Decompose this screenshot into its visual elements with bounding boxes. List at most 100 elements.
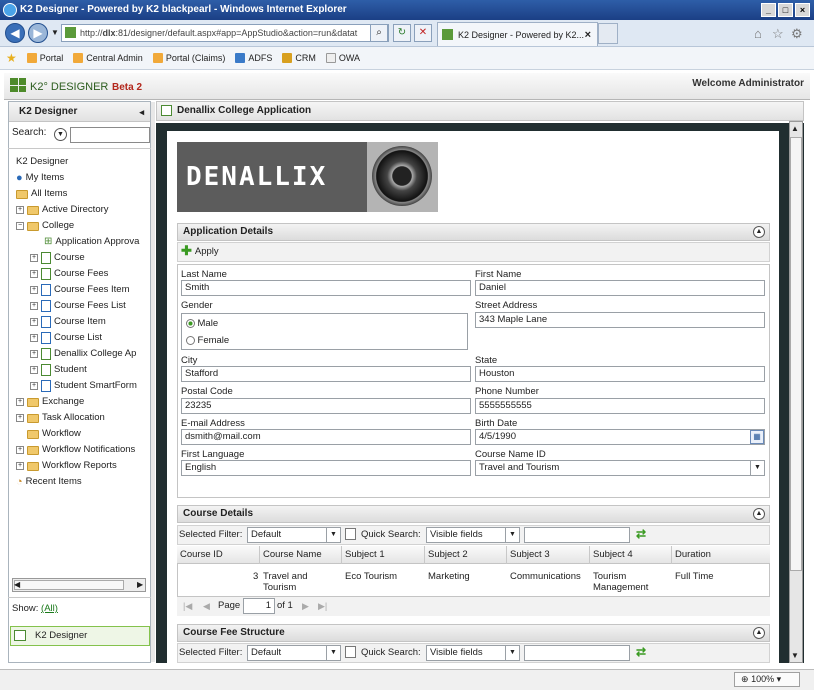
first-name-input[interactable]: Daniel — [475, 280, 765, 296]
tree-item-recent-items[interactable]: ◔ Recent Items — [16, 474, 82, 490]
refresh-icon[interactable]: ⇄ — [636, 645, 646, 659]
quick-search-input[interactable] — [524, 527, 630, 543]
column-course-name[interactable]: Course Name — [260, 546, 342, 564]
tree-item-student[interactable]: + Student — [30, 362, 87, 378]
tree-item-workflow-notifications[interactable]: + Workflow Notifications — [16, 442, 135, 458]
birth-date-input[interactable]: 4/5/1990 — [475, 429, 765, 445]
maximize-button[interactable]: □ — [778, 3, 793, 17]
expand-icon[interactable]: + — [30, 366, 38, 374]
minimize-button[interactable]: _ — [761, 3, 776, 17]
phone-input[interactable]: 5555555555 — [475, 398, 765, 414]
course-name-select[interactable]: Travel and Tourism — [475, 460, 765, 476]
history-dropdown-icon[interactable]: ▼ — [51, 28, 59, 37]
expand-icon[interactable]: + — [30, 350, 38, 358]
tools-gear-icon[interactable]: ⚙ — [791, 26, 803, 42]
tree-item-course[interactable]: + Course — [30, 250, 85, 266]
favorites-star-icon[interactable]: ★ — [6, 51, 17, 65]
close-tab-icon[interactable]: × — [585, 23, 591, 47]
tree-item-denallix-college-app[interactable]: + Denallix College Ap — [30, 346, 136, 362]
tree-item-course-list[interactable]: + Course List — [30, 330, 102, 346]
column-course-id[interactable]: Course ID — [177, 546, 260, 564]
tree-item-course-fees[interactable]: + Course Fees — [30, 266, 108, 282]
postal-input[interactable]: 23235 — [181, 398, 471, 414]
expand-icon[interactable]: + — [30, 318, 38, 326]
column-subject-1[interactable]: Subject 1 — [342, 546, 425, 564]
column-subject-2[interactable]: Subject 2 — [425, 546, 507, 564]
column-subject-3[interactable]: Subject 3 — [507, 546, 590, 564]
favorites-star-icon[interactable]: ☆ — [772, 26, 784, 42]
collapse-section-icon[interactable]: ▲ — [753, 226, 765, 238]
expand-icon[interactable]: + — [16, 446, 24, 454]
scroll-up-icon[interactable]: ▲ — [791, 124, 799, 133]
browser-tab[interactable]: K2 Designer - Powered by K2... × — [437, 22, 598, 46]
gender-female-radio[interactable]: Female — [186, 335, 229, 346]
page-number-input[interactable]: 1 — [243, 598, 275, 614]
search-dropdown-icon[interactable]: ⌕ — [370, 24, 388, 42]
collapse-panel-icon[interactable]: ◂ — [139, 102, 144, 122]
tree-item-college[interactable]: − College — [16, 218, 74, 234]
chevron-down-icon[interactable]: ▼ — [326, 528, 340, 542]
first-page-icon[interactable]: |◀ — [183, 601, 192, 612]
last-page-icon[interactable]: ▶| — [318, 601, 327, 612]
favorite-portal[interactable]: Portal — [26, 53, 63, 63]
collapse-section-icon[interactable]: ▲ — [753, 627, 765, 639]
favorite-adfs[interactable]: ADFS — [235, 53, 272, 63]
chevron-down-icon[interactable]: ▼ — [505, 646, 519, 660]
expand-icon[interactable]: + — [30, 382, 38, 390]
expand-icon[interactable]: + — [30, 270, 38, 278]
tree-item-my-items[interactable]: ● My Items — [16, 170, 64, 186]
tree-item-exchange[interactable]: + Exchange — [16, 394, 84, 410]
favorite-crm[interactable]: CRM — [282, 53, 316, 63]
tree-item-active-directory[interactable]: + Active Directory — [16, 202, 109, 218]
prev-page-icon[interactable]: ◀ — [203, 601, 210, 612]
favorite-owa[interactable]: OWA — [325, 53, 360, 63]
expand-icon[interactable]: + — [30, 302, 38, 310]
close-window-button[interactable]: × — [795, 3, 810, 17]
favorite-portal-claims[interactable]: Portal (Claims) — [152, 53, 225, 63]
show-all-link[interactable]: (All) — [41, 603, 58, 614]
tree-item-workflow[interactable]: Workflow — [27, 426, 81, 442]
stop-button[interactable]: ✕ — [414, 24, 432, 42]
favorite-central-admin[interactable]: Central Admin — [73, 53, 143, 63]
tree-item-workflow-reports[interactable]: + Workflow Reports — [16, 458, 117, 474]
scroll-down-icon[interactable]: ▼ — [791, 651, 799, 660]
forward-button[interactable]: ▶ — [28, 23, 48, 43]
zoom-control[interactable]: ⊕ 100% ▾ — [734, 672, 800, 687]
home-icon[interactable]: ⌂ — [754, 26, 762, 41]
tree-item-all-items[interactable]: All Items — [16, 186, 67, 202]
tree-item-task-allocation[interactable]: + Task Allocation — [16, 410, 105, 426]
new-tab-button[interactable] — [598, 23, 618, 44]
tree-item-course-item[interactable]: + Course Item — [30, 314, 106, 330]
back-button[interactable]: ◀ — [5, 23, 25, 43]
search-options-icon[interactable]: ▼ — [54, 128, 67, 141]
calendar-icon[interactable]: ▦ — [750, 430, 764, 444]
column-duration[interactable]: Duration — [672, 546, 770, 564]
chevron-down-icon[interactable]: ▼ — [750, 461, 764, 475]
scrollbar-thumb[interactable] — [14, 580, 124, 590]
tree-item-application-approval[interactable]: ⊞ Application Approva — [44, 234, 139, 250]
expand-icon[interactable]: + — [16, 414, 24, 422]
next-page-icon[interactable]: ▶ — [302, 601, 309, 612]
scroll-left-icon[interactable]: ◀ — [14, 580, 20, 589]
search-input[interactable] — [70, 127, 150, 143]
street-input[interactable]: 343 Maple Lane — [475, 312, 765, 328]
column-subject-4[interactable]: Subject 4 — [590, 546, 672, 564]
apply-button[interactable]: ✚ Apply — [181, 243, 219, 259]
scroll-right-icon[interactable]: ▶ — [137, 580, 143, 589]
collapse-section-icon[interactable]: ▲ — [753, 508, 765, 520]
gender-male-radio[interactable]: Male — [186, 318, 218, 329]
tree-item-student-smartform[interactable]: + Student SmartForm — [30, 378, 137, 394]
expand-icon[interactable]: + — [16, 398, 24, 406]
chevron-down-icon[interactable]: ▼ — [505, 528, 519, 542]
expand-icon[interactable]: + — [30, 334, 38, 342]
refresh-button[interactable]: ↻ — [393, 24, 411, 42]
refresh-icon[interactable]: ⇄ — [636, 527, 646, 541]
tree-item-k2-designer[interactable]: K2 Designer — [16, 154, 68, 170]
language-input[interactable]: English — [181, 460, 471, 476]
expand-icon[interactable]: + — [30, 286, 38, 294]
tree-item-course-fees-item[interactable]: + Course Fees Item — [30, 282, 130, 298]
email-input[interactable]: dsmith@mail.com — [181, 429, 471, 445]
address-bar[interactable]: http://dlx:81/designer/default.aspx#app=… — [61, 24, 389, 42]
last-name-input[interactable]: Smith — [181, 280, 471, 296]
expand-icon[interactable]: + — [30, 254, 38, 262]
